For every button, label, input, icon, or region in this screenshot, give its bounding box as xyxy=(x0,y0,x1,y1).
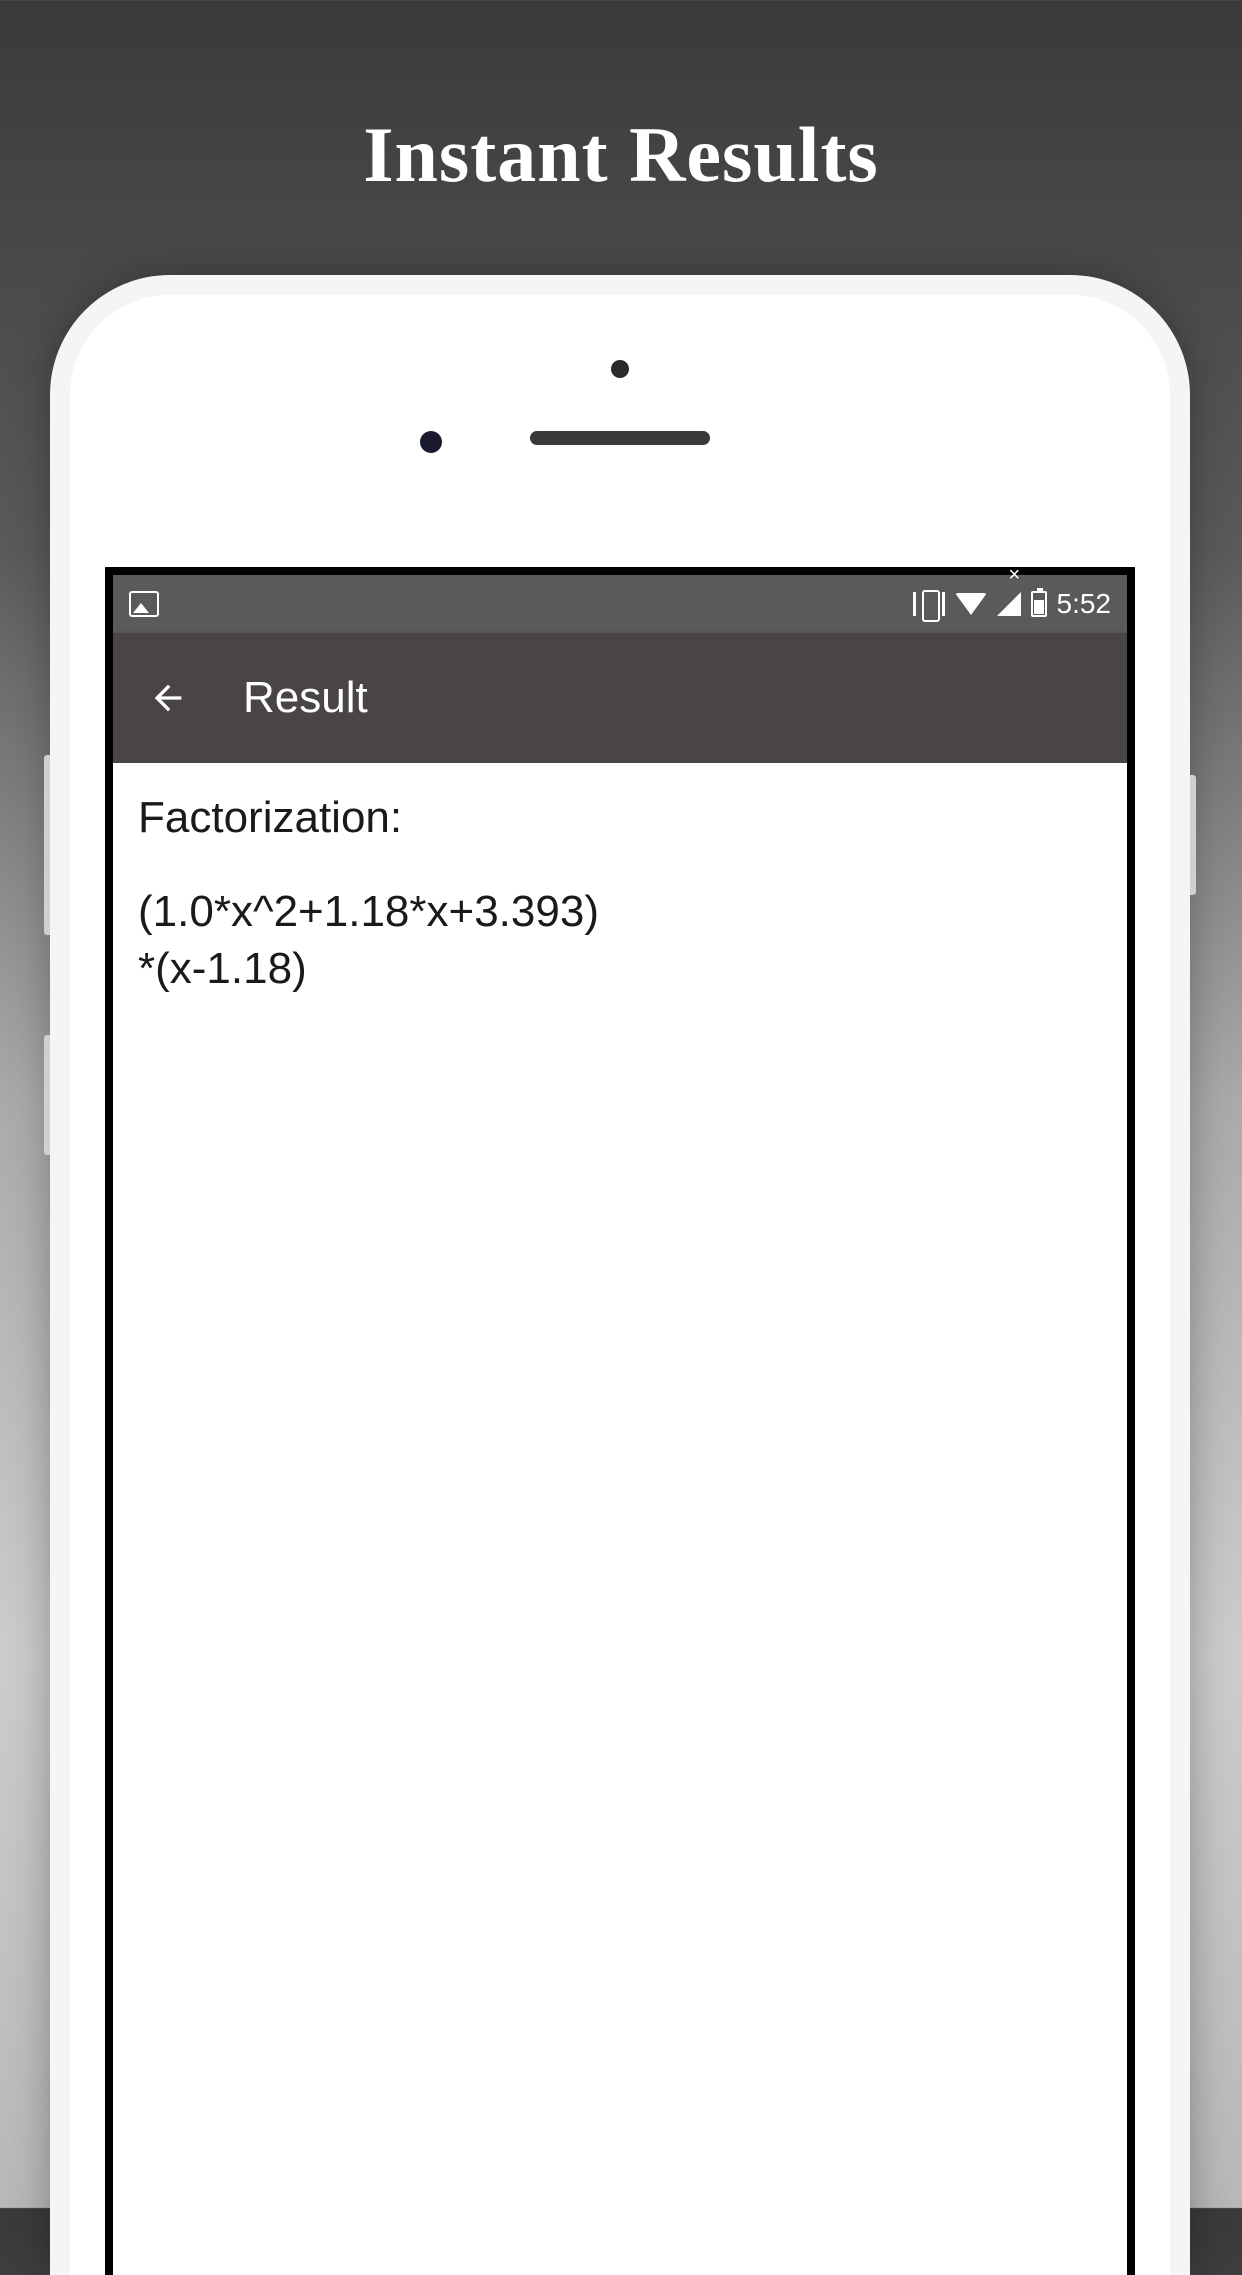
result-line-1: (1.0*x^2+1.18*x+3.393) xyxy=(138,883,1102,940)
phone-frame: 5:52 Result Factorization: (1.0*x^2+1.18… xyxy=(50,275,1190,2275)
phone-inner: 5:52 Result Factorization: (1.0*x^2+1.18… xyxy=(70,295,1170,2275)
phone-screen: 5:52 Result Factorization: (1.0*x^2+1.18… xyxy=(105,567,1135,2275)
status-bar-left xyxy=(129,591,159,617)
status-time: 5:52 xyxy=(1057,588,1112,620)
phone-camera-icon xyxy=(611,360,629,378)
status-bar: 5:52 xyxy=(113,575,1127,633)
result-line-2: *(x-1.18) xyxy=(138,940,1102,997)
phone-side-button xyxy=(44,1035,50,1155)
picture-icon xyxy=(129,591,159,617)
phone-side-button xyxy=(44,755,50,935)
arrow-left-icon xyxy=(148,678,188,718)
content-area: Factorization: (1.0*x^2+1.18*x+3.393) *(… xyxy=(113,763,1127,1027)
signal-icon xyxy=(997,592,1021,616)
phone-side-button xyxy=(1190,775,1196,895)
app-bar-title: Result xyxy=(243,673,368,723)
phone-camera-icon xyxy=(420,431,442,453)
promo-title: Instant Results xyxy=(0,110,1242,200)
status-bar-right: 5:52 xyxy=(913,588,1112,620)
vibrate-icon xyxy=(913,592,945,616)
battery-icon xyxy=(1031,591,1047,617)
wifi-icon xyxy=(955,593,987,615)
back-button[interactable] xyxy=(148,678,188,718)
result-label: Factorization: xyxy=(138,793,1102,843)
phone-speaker xyxy=(530,431,710,445)
app-bar: Result xyxy=(113,633,1127,763)
